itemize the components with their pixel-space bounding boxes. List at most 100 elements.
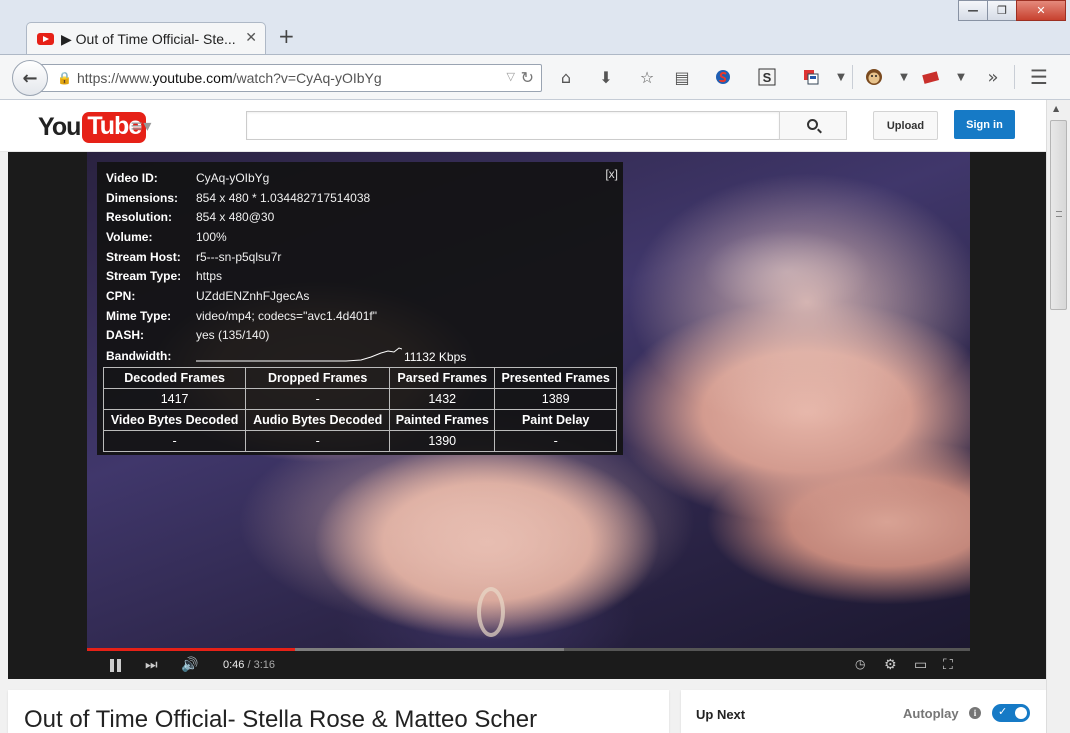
table-cell: 1389: [494, 388, 617, 410]
stat-row: CPN: UZddENZnhFJgecAs: [106, 289, 309, 305]
addon-icon[interactable]: [920, 66, 942, 88]
player-controls: ⏭ 🔊 0:46 / 3:16 ◷ ⚙ ▭ ⛶: [87, 651, 970, 679]
sign-in-button[interactable]: Sign in: [954, 110, 1015, 139]
up-next-card: Up Next Autoplay i ✓: [681, 690, 1046, 733]
download-icon[interactable]: ⬇: [595, 66, 617, 88]
guide-menu-icon[interactable]: ≡▾: [130, 116, 151, 135]
stat-row: Video ID: CyAq-yOIbYg: [106, 171, 269, 187]
table-header: Decoded Frames: [102, 367, 247, 389]
stat-key: Bandwidth:: [106, 349, 172, 363]
video-content: [627, 172, 970, 432]
autoplay-label: Autoplay: [903, 706, 959, 721]
url-text[interactable]: https://www.youtube.com/watch?v=CyAq-yOI…: [77, 70, 382, 86]
table-row: Video Bytes Decoded Audio Bytes Decoded …: [102, 409, 617, 431]
stat-key: Volume:: [106, 230, 153, 244]
maximize-button[interactable]: ❐: [987, 0, 1017, 21]
table-row: Decoded Frames Dropped Frames Parsed Fra…: [102, 367, 617, 389]
table-cell: 1417: [102, 388, 247, 410]
reload-icon[interactable]: ↻: [521, 68, 534, 87]
scroll-up-arrow-icon[interactable]: ▲: [1053, 104, 1059, 113]
pause-icon[interactable]: [109, 659, 122, 672]
overflow-icon[interactable]: »: [982, 66, 1004, 88]
check-icon: ✓: [998, 705, 1008, 718]
stat-key: Mime Type:: [106, 309, 172, 323]
dropdown-arrow-icon[interactable]: ▼: [830, 66, 852, 88]
stat-row: Mime Type: video/mp4; codecs="avc1.4d401f…: [106, 309, 377, 325]
video-title: Out of Time Official- Stella Rose & Matt…: [24, 706, 538, 733]
stat-row: DASH: yes (135/140): [106, 328, 269, 344]
toolbar-separator: [852, 65, 853, 89]
url-bar[interactable]: 🔒 https://www.youtube.com/watch?v=CyAq-y…: [30, 64, 542, 92]
stat-row: Volume: 100%: [106, 230, 227, 246]
navigation-toolbar: 🔒 https://www.youtube.com/watch?v=CyAq-y…: [0, 54, 1070, 100]
dropdown-arrow-icon[interactable]: ▼: [893, 66, 915, 88]
volume-icon[interactable]: 🔊: [181, 657, 198, 673]
stat-value: CyAq-yOIbYg: [196, 171, 270, 185]
watch-later-icon[interactable]: ◷: [855, 657, 865, 671]
stat-value: 854 x 480@30: [196, 210, 275, 224]
home-icon[interactable]: ⌂: [555, 66, 577, 88]
table-cell: -: [102, 430, 247, 452]
scrollbar-thumb[interactable]: [1050, 120, 1067, 310]
youtube-favicon-icon: [37, 33, 54, 45]
stat-value: r5---sn-p5qlsu7r: [196, 250, 282, 264]
table-header: Painted Frames: [389, 409, 496, 431]
tab-title: ▶ Out of Time Official- Ste...: [61, 31, 236, 47]
browser-tab-active[interactable]: ▶ Out of Time Official- Ste... ✕: [26, 22, 266, 54]
page-scrollbar[interactable]: ▲: [1046, 100, 1070, 733]
logo-you-text: You: [38, 113, 81, 141]
frames-table: Decoded Frames Dropped Frames Parsed Fra…: [102, 367, 617, 452]
stats-close-button[interactable]: [x]: [605, 167, 618, 181]
time-display: 0:46 / 3:16: [223, 659, 275, 671]
stylish-icon[interactable]: [712, 66, 734, 88]
bookmark-star-icon[interactable]: ☆: [636, 66, 658, 88]
duration: 3:16: [253, 659, 276, 671]
new-tab-button[interactable]: +: [278, 24, 295, 48]
stat-key: DASH:: [106, 328, 144, 342]
toolbar-separator: [1014, 65, 1015, 89]
video-info-card: Out of Time Official- Stella Rose & Matt…: [8, 690, 669, 733]
stats-for-nerds-panel: [x] Video ID: CyAq-yOIbYg Dimensions: 854 …: [97, 162, 623, 455]
search-icon: [806, 119, 818, 130]
menu-icon[interactable]: ☰: [1028, 65, 1050, 89]
bandwidth-value: 11132 Kbps: [404, 350, 467, 364]
stat-key: Resolution:: [106, 210, 172, 224]
theater-mode-icon[interactable]: ▭: [914, 657, 927, 673]
video-player[interactable]: [x] Video ID: CyAq-yOIbYg Dimensions: 854 …: [8, 152, 1046, 679]
tab-close-icon[interactable]: ✕: [245, 30, 257, 46]
settings-gear-icon[interactable]: ⚙: [884, 657, 897, 673]
table-cell: 1432: [389, 388, 496, 410]
dropdown-arrow-icon[interactable]: ▼: [950, 66, 972, 88]
s-extension-icon[interactable]: S: [756, 66, 778, 88]
back-button[interactable]: ←: [12, 60, 48, 96]
lock-icon[interactable]: 🔒: [57, 71, 72, 85]
table-header: Parsed Frames: [389, 367, 496, 389]
upload-button[interactable]: Upload: [873, 111, 938, 140]
table-header: Audio Bytes Decoded: [245, 409, 391, 431]
window-controls: — ❐ ✕: [958, 0, 1066, 21]
stat-row: Resolution: 854 x 480@30: [106, 210, 274, 226]
bandwidth-graph: [196, 347, 402, 362]
minimize-button[interactable]: —: [958, 0, 988, 21]
stat-key: CPN:: [106, 289, 136, 303]
table-header: Dropped Frames: [245, 367, 391, 389]
info-icon[interactable]: i: [969, 707, 981, 719]
fullscreen-icon[interactable]: ⛶: [943, 657, 953, 673]
flag-extension-icon[interactable]: [800, 66, 822, 88]
next-icon[interactable]: ⏭: [145, 657, 158, 673]
stat-value: yes (135/140): [196, 328, 270, 342]
current-time: 0:46: [223, 659, 245, 671]
video-content: [477, 587, 505, 637]
url-history-dropdown-icon[interactable]: ▽: [507, 70, 515, 83]
table-row: - - 1390 -: [102, 430, 617, 452]
monkey-icon[interactable]: [863, 66, 885, 88]
stat-value: video/mp4; codecs="avc1.4d401f": [196, 309, 377, 323]
search-button[interactable]: [779, 111, 847, 140]
search-input[interactable]: [246, 111, 780, 140]
reading-list-icon[interactable]: ▤: [671, 66, 693, 88]
autoplay-toggle[interactable]: ✓: [992, 704, 1030, 722]
stat-row: Stream Host: r5---sn-p5qlsu7r: [106, 250, 281, 266]
stat-value: https: [196, 269, 223, 283]
table-row: 1417 - 1432 1389: [102, 388, 617, 410]
close-window-button[interactable]: ✕: [1016, 0, 1066, 21]
